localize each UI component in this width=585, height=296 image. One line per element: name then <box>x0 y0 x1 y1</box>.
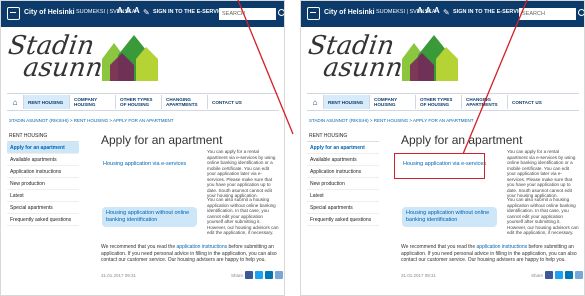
application-instructions-link[interactable]: application instructions <box>177 244 228 250</box>
sidebar-item-available[interactable]: Available apartments <box>7 154 79 166</box>
updated-date: 31.01.2017 09:31 <box>101 273 137 278</box>
sidebar-item-instructions[interactable]: Application instructions <box>307 166 379 178</box>
houses-logo-icon <box>402 35 458 81</box>
top-bar: City of Helsinki SUOMEKSI | SVENSKA A A … <box>301 1 584 27</box>
sidebar-item-latest[interactable]: Latest <box>7 190 79 202</box>
breadcrumb[interactable]: STADIN ASUNNOT (RIKSIHI) > RENT HOUSING … <box>9 118 173 123</box>
sidebar-item-faq[interactable]: Frequently asked questions <box>307 214 379 226</box>
sidebar-item-apply[interactable]: Apply for an apartment <box>7 142 79 154</box>
paper-application-link[interactable]: Housing application without online banki… <box>402 207 497 227</box>
sidebar: RENT HOUSING Apply for an apartment Avai… <box>7 131 79 226</box>
page-title: Apply for an apartment <box>101 133 223 147</box>
linkedin-icon[interactable] <box>265 271 274 279</box>
sidebar-item-new-production[interactable]: New production <box>307 178 379 190</box>
paper-application-link[interactable]: Housing application without online banki… <box>102 207 197 227</box>
main-nav: ⌂ RENT HOUSING COMPANY HOUSING OTHER TYP… <box>7 93 279 111</box>
sidebar: RENT HOUSING Apply for an apartment Avai… <box>307 131 379 226</box>
pen-icon: ✎ <box>143 8 150 17</box>
sidebar-item-special[interactable]: Special apartments <box>307 202 379 214</box>
sidebar-heading[interactable]: RENT HOUSING <box>7 131 79 142</box>
sidebar-heading[interactable]: RENT HOUSING <box>307 131 379 142</box>
nav-item-rent-housing[interactable]: RENT HOUSING <box>323 95 369 109</box>
pen-icon: ✎ <box>443 8 450 17</box>
nav-item-contact-us[interactable]: CONTACT US <box>507 95 553 109</box>
text-size-control[interactable]: A A A <box>417 6 440 15</box>
text-size-control[interactable]: A A A <box>117 6 140 15</box>
search-input[interactable]: SEARCH <box>519 8 576 20</box>
recommendation-text: We recommend that you read the applicati… <box>401 244 577 263</box>
sidebar-item-available[interactable]: Available apartments <box>307 154 379 166</box>
recommendation-text: We recommend that you read the applicati… <box>101 244 277 263</box>
sidebar-item-instructions[interactable]: Application instructions <box>7 166 79 178</box>
screenshot-panel-right: City of Helsinki SUOMEKSI | SVENSKA A A … <box>300 0 585 296</box>
paper-application-description: You can also submit a housing applicatio… <box>207 197 279 235</box>
city-crest-icon[interactable] <box>7 7 20 20</box>
twitter-icon[interactable] <box>555 271 564 279</box>
share-bar: Share <box>231 271 284 279</box>
search-icon[interactable] <box>578 9 584 16</box>
main-nav: ⌂ RENT HOUSING COMPANY HOUSING OTHER TYP… <box>307 93 579 111</box>
eservice-application-link[interactable]: Housing application via e-services <box>103 161 187 168</box>
updated-date: 31.01.2017 09:31 <box>401 273 437 278</box>
breadcrumb[interactable]: STADIN ASUNNOT (RIKSIHI) > RENT HOUSING … <box>309 118 473 123</box>
twitter-icon[interactable] <box>255 271 264 279</box>
email-icon[interactable] <box>575 271 584 279</box>
nav-item-rent-housing[interactable]: RENT HOUSING <box>23 95 69 109</box>
nav-item-company-housing[interactable]: COMPANY HOUSING <box>369 95 415 109</box>
share-bar: Share <box>531 271 584 279</box>
houses-logo-icon <box>102 35 158 81</box>
linkedin-icon[interactable] <box>565 271 574 279</box>
eservice-card: Housing application via e-services You c… <box>99 147 279 198</box>
nav-item-company-housing[interactable]: COMPANY HOUSING <box>69 95 115 109</box>
page-title: Apply for an apartment <box>401 133 523 147</box>
city-name[interactable]: City of Helsinki <box>24 9 75 16</box>
facebook-icon[interactable] <box>245 271 254 279</box>
city-name[interactable]: City of Helsinki <box>324 9 375 16</box>
paper-application-description: You can also submit a housing applicatio… <box>507 197 579 235</box>
highlight-box <box>394 153 485 179</box>
top-bar: City of Helsinki SUOMEKSI | SVENSKA A A … <box>1 1 284 27</box>
nav-item-other-housing[interactable]: OTHER TYPES OF HOUSING <box>415 95 461 109</box>
nav-item-changing-apartments[interactable]: CHANGING APARTMENTS <box>461 95 507 109</box>
facebook-icon[interactable] <box>545 271 554 279</box>
logo[interactable]: Stadin asunnot <box>6 31 158 89</box>
sidebar-item-apply[interactable]: Apply for an apartment <box>307 142 379 154</box>
logo[interactable]: Stadin asunnot <box>306 31 458 89</box>
share-label: Share <box>231 272 244 278</box>
city-crest-icon[interactable] <box>307 7 320 20</box>
sidebar-item-latest[interactable]: Latest <box>307 190 379 202</box>
share-label: Share <box>531 272 544 278</box>
search-input[interactable]: SEARCH <box>219 8 276 20</box>
nav-item-contact-us[interactable]: CONTACT US <box>207 95 253 109</box>
sidebar-item-special[interactable]: Special apartments <box>7 202 79 214</box>
sidebar-item-new-production[interactable]: New production <box>7 178 79 190</box>
email-icon[interactable] <box>275 271 284 279</box>
home-icon[interactable]: ⌂ <box>7 98 23 107</box>
paper-application-card: Housing application without online banki… <box>99 195 279 241</box>
search-icon[interactable] <box>278 9 284 16</box>
application-instructions-link[interactable]: application instructions <box>477 244 528 250</box>
home-icon[interactable]: ⌂ <box>307 98 323 107</box>
paper-application-card: Housing application without online banki… <box>399 195 579 241</box>
eservice-description: You can apply for a rental apartment via… <box>207 149 276 198</box>
screenshot-panel-left: City of Helsinki SUOMEKSI | SVENSKA A A … <box>0 0 285 296</box>
eservice-description: You can apply for a rental apartment via… <box>507 149 576 198</box>
nav-item-changing-apartments[interactable]: CHANGING APARTMENTS <box>161 95 207 109</box>
sidebar-item-faq[interactable]: Frequently asked questions <box>7 214 79 226</box>
nav-item-other-housing[interactable]: OTHER TYPES OF HOUSING <box>115 95 161 109</box>
